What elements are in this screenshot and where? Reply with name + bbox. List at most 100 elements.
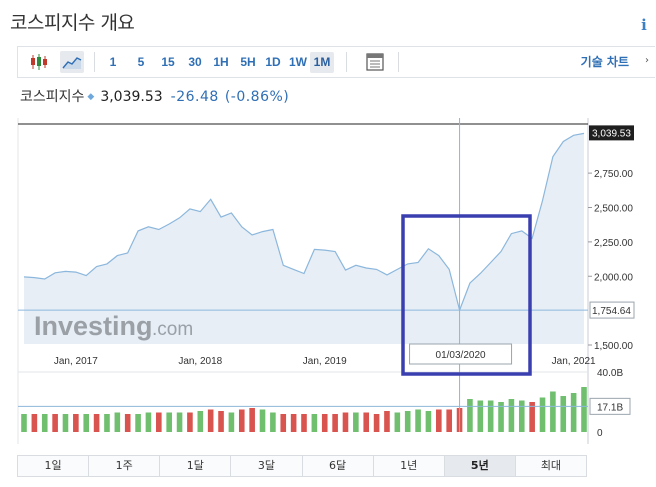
x-tick-label: Jan, 2019 <box>303 356 347 367</box>
volume-bar <box>373 414 380 432</box>
volume-bar <box>21 414 27 432</box>
info-icon[interactable]: i <box>637 16 651 34</box>
volume-bar <box>301 414 307 432</box>
volume-bar <box>62 414 69 432</box>
volume-bar <box>114 412 121 432</box>
period-button[interactable]: 3달 <box>231 456 303 476</box>
volume-bar <box>570 393 577 432</box>
period-button[interactable]: 최대 <box>515 456 586 476</box>
y-tick-label: 2,750.00 <box>594 169 633 180</box>
volume-bar <box>259 409 266 432</box>
timeframe-1w[interactable]: 1W <box>286 52 310 73</box>
volume-bar <box>52 414 58 432</box>
period-button[interactable]: 5년 <box>444 456 516 476</box>
volume-bar <box>31 414 38 432</box>
volume-bar <box>145 412 152 432</box>
y-tick-label: 1,500.00 <box>594 341 633 352</box>
period-button[interactable]: 1달 <box>160 456 232 476</box>
volume-bar <box>487 400 494 432</box>
last-price: 3,039.53 <box>100 89 163 105</box>
chart-toolbar: 1 5 15 30 1H 5H 1D 1W 1M 기술 차트 › <box>17 46 655 78</box>
period-selector: 1일 1주 1달 3달 6달 1년 5년 최대 <box>17 455 587 477</box>
volume-bar <box>446 409 452 432</box>
volume-bar <box>394 412 401 432</box>
timeframe-30[interactable]: 30 <box>182 52 208 73</box>
instrument-name: 코스피지수 <box>20 89 85 105</box>
volume-bar <box>280 414 287 432</box>
volume-bar <box>207 409 214 432</box>
volume-bar <box>187 412 193 432</box>
volume-bar <box>581 387 587 432</box>
volume-bar <box>436 409 442 432</box>
timeframe-1d[interactable]: 1D <box>261 52 285 73</box>
quote-line: 코스피지수 ◆ 3,039.53 -26.48 (-0.86%) <box>20 86 289 108</box>
volume-bar <box>321 414 328 432</box>
area-chart-icon[interactable] <box>60 51 84 73</box>
volume-bar <box>93 414 100 432</box>
volume-bar <box>467 399 473 432</box>
volume-bar <box>104 414 110 432</box>
current-price-label: 3,039.53 <box>592 128 631 139</box>
volume-bar <box>332 414 338 432</box>
tech-chart-link[interactable]: 기술 차트 <box>581 53 629 71</box>
volume-bar <box>166 412 172 432</box>
x-tick-label: Jan, 2017 <box>54 356 98 367</box>
volume-bar <box>83 414 90 432</box>
period-button[interactable]: 1주 <box>89 456 161 476</box>
volume-bar <box>477 400 484 432</box>
page-title: 코스피지수 개요 <box>10 12 135 34</box>
period-button[interactable]: 6달 <box>302 456 374 476</box>
volume-bar <box>415 409 421 432</box>
volume-bar <box>270 412 276 432</box>
volume-bar <box>311 414 318 432</box>
timeframe-1h[interactable]: 1H <box>209 52 233 73</box>
candlestick-icon[interactable] <box>27 51 51 73</box>
timeframe-15[interactable]: 15 <box>155 52 181 73</box>
period-button[interactable]: 1일 <box>18 456 90 476</box>
crosshair-price-label: 1,754.64 <box>592 306 631 317</box>
table-icon[interactable] <box>363 51 387 73</box>
volume-bar <box>238 409 245 432</box>
toolbar-divider <box>346 52 347 72</box>
timeframe-5[interactable]: 5 <box>130 52 152 73</box>
volume-bar <box>384 411 390 432</box>
watermark-brand: Investing <box>34 311 153 341</box>
volume-tick-label: 0 <box>597 428 603 439</box>
volume-bar <box>249 408 255 432</box>
volume-tick-label: 17.1B <box>597 402 623 413</box>
volume-bar <box>539 397 546 432</box>
watermark-suffix: .com <box>152 319 193 340</box>
volume-bar <box>353 412 359 432</box>
price-change-percent: (-0.86%) <box>224 89 290 105</box>
timeframe-1m[interactable]: 1M <box>310 52 334 73</box>
volume-tick-label: 40.0B <box>597 368 623 379</box>
volume-bar <box>363 412 370 432</box>
y-tick-label: 2,250.00 <box>594 238 633 249</box>
timeframe-5h[interactable]: 5H <box>236 52 260 73</box>
volume-bar <box>550 391 556 432</box>
toolbar-divider <box>94 52 95 72</box>
page-header: 코스피지수 개요 i <box>0 0 656 44</box>
volume-bar <box>73 414 79 432</box>
volume-bar <box>176 412 183 432</box>
price-change: -26.48 <box>170 89 219 105</box>
volume-bar <box>425 411 432 432</box>
volume-bar <box>218 411 224 432</box>
timeframe-1[interactable]: 1 <box>103 52 123 73</box>
x-tick-label: Jan, 2018 <box>178 356 222 367</box>
period-button[interactable]: 1년 <box>373 456 445 476</box>
status-dot-icon: ◆ <box>87 92 95 102</box>
volume-bar <box>197 411 204 432</box>
volume-bar <box>290 414 297 432</box>
y-tick-label: 2,000.00 <box>594 272 633 283</box>
volume-bar <box>228 412 235 432</box>
volume-bar <box>508 399 515 432</box>
volume-bar <box>404 411 411 432</box>
chevron-right-icon[interactable]: › <box>645 55 649 66</box>
volume-bar <box>41 414 48 432</box>
volume-bar <box>156 412 162 432</box>
price-chart[interactable]: Investing .com 2,750.00 2,500.00 2,250.00 2… <box>0 114 656 444</box>
volume-bar <box>518 400 525 432</box>
volume-bar <box>560 396 567 432</box>
volume-bar <box>342 412 349 432</box>
